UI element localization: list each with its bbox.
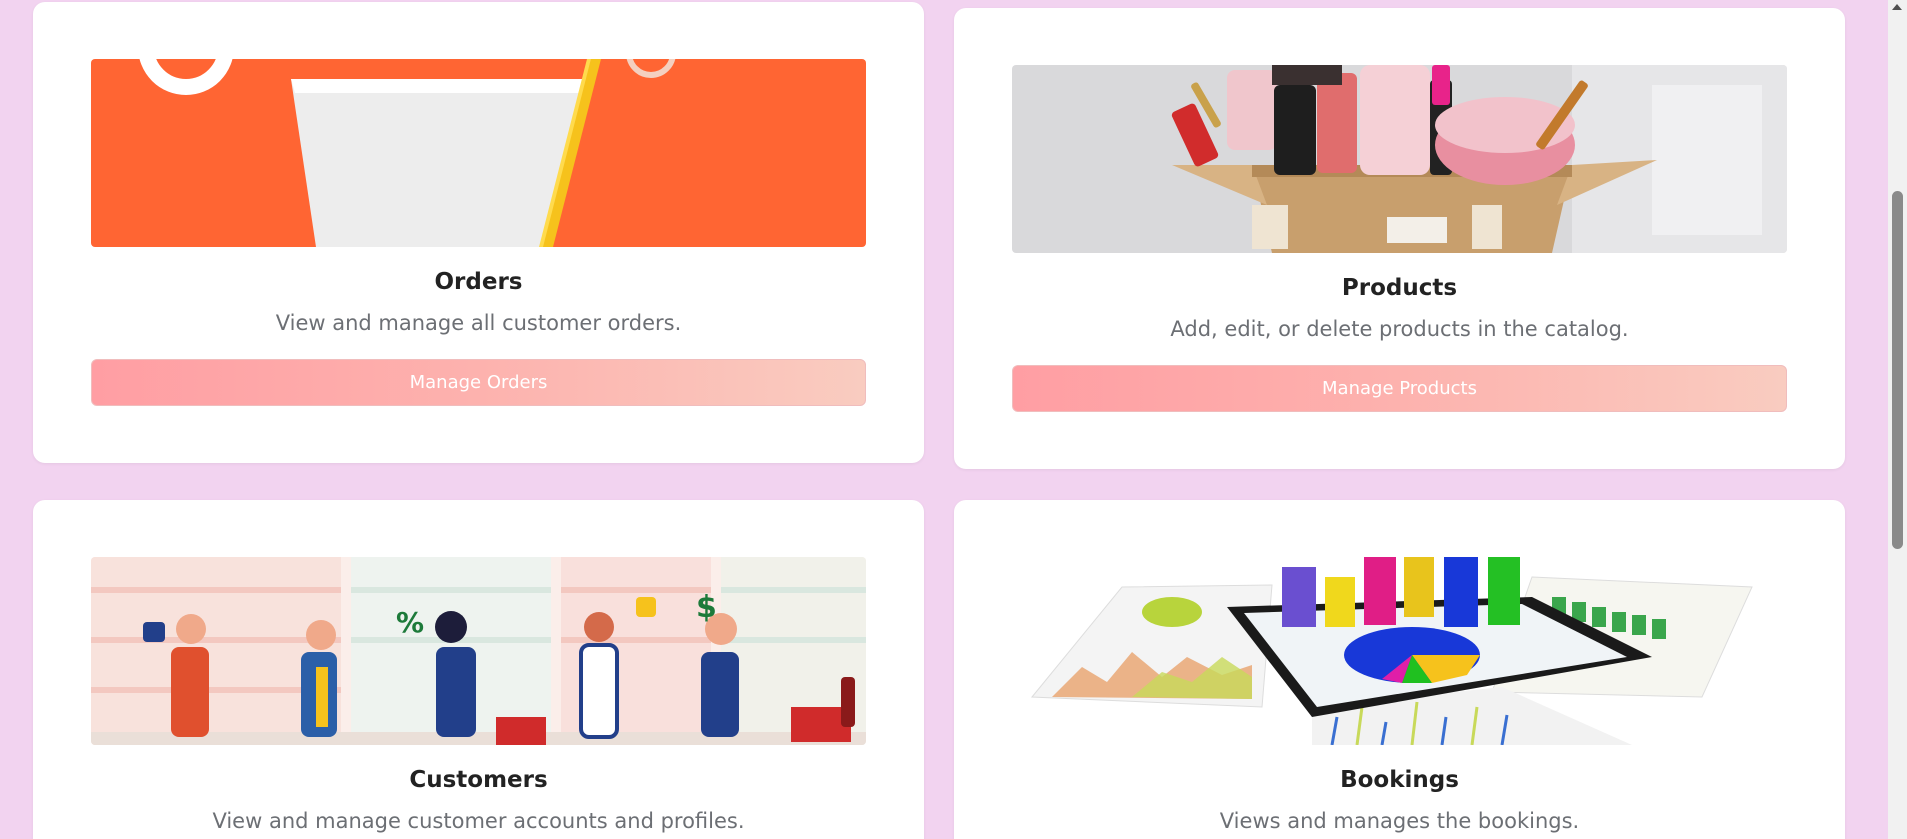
card-title: Bookings (1340, 767, 1459, 793)
customers-image: % $ (91, 557, 866, 745)
products-image (1012, 65, 1787, 253)
percent-sign: % (396, 606, 424, 639)
scroll-thumb[interactable] (1892, 191, 1903, 549)
manage-orders-button[interactable]: Manage Orders (91, 359, 866, 406)
customers-card: % $ Customers View and manage customer a… (33, 500, 924, 839)
card-description: Add, edit, or delete products in the cat… (1170, 317, 1629, 341)
card-description: View and manage customer accounts and pr… (212, 809, 745, 833)
card-title: Products (1341, 275, 1458, 301)
scroll-up-arrow-icon[interactable] (1892, 4, 1902, 10)
bookings-image (1012, 557, 1787, 745)
orders-image (91, 59, 866, 247)
bookings-card: Bookings Views and manages the bookings. (954, 500, 1845, 839)
card-title: Orders (434, 269, 523, 295)
card-description: View and manage all customer orders. (275, 311, 682, 335)
products-card: Products Add, edit, or delete products i… (954, 8, 1845, 469)
card-description: Views and manages the bookings. (1219, 809, 1580, 833)
dollar-sign: $ (696, 590, 717, 625)
vertical-scrollbar[interactable] (1888, 0, 1907, 839)
card-title: Customers (409, 767, 548, 793)
orders-card: Orders View and manage all customer orde… (33, 2, 924, 463)
manage-products-button[interactable]: Manage Products (1012, 365, 1787, 412)
dashboard-content: Orders View and manage all customer orde… (0, 0, 1888, 839)
